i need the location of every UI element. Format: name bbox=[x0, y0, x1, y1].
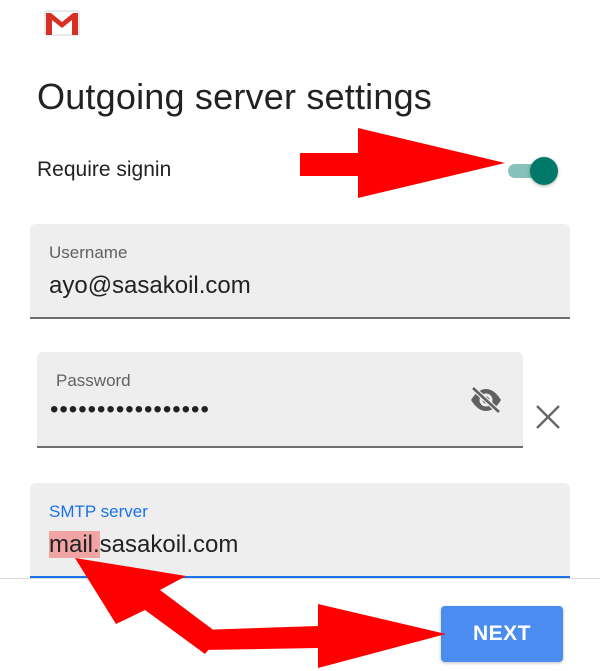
password-label: Password bbox=[56, 371, 131, 390]
password-field[interactable]: Password ••••••••••••••••• bbox=[37, 352, 523, 448]
smtp-server-label: SMTP server bbox=[49, 502, 148, 521]
next-button[interactable]: NEXT bbox=[441, 606, 563, 662]
page-title: Outgoing server settings bbox=[37, 76, 432, 117]
password-value: ••••••••••••••••• bbox=[50, 396, 210, 423]
smtp-server-value: mail.sasakoil.com bbox=[49, 531, 238, 559]
username-value: ayo@sasakoil.com bbox=[49, 272, 251, 299]
arrow-to-next-button bbox=[200, 604, 446, 668]
require-signin-label: Require signin bbox=[37, 158, 172, 181]
arrow-to-toggle bbox=[300, 128, 505, 198]
gmail-logo-icon bbox=[44, 10, 80, 36]
footer-divider bbox=[0, 578, 600, 579]
toggle-thumb bbox=[530, 157, 558, 185]
username-field[interactable]: Username ayo@sasakoil.com bbox=[30, 224, 570, 319]
visibility-off-icon[interactable] bbox=[469, 386, 503, 414]
smtp-domain: sasakoil.com bbox=[99, 531, 239, 558]
require-signin-toggle[interactable] bbox=[506, 156, 560, 186]
close-icon[interactable] bbox=[533, 402, 563, 432]
username-label: Username bbox=[49, 243, 128, 262]
smtp-server-field[interactable]: SMTP server mail.sasakoil.com bbox=[30, 483, 570, 578]
smtp-highlight: mail. bbox=[49, 531, 100, 558]
